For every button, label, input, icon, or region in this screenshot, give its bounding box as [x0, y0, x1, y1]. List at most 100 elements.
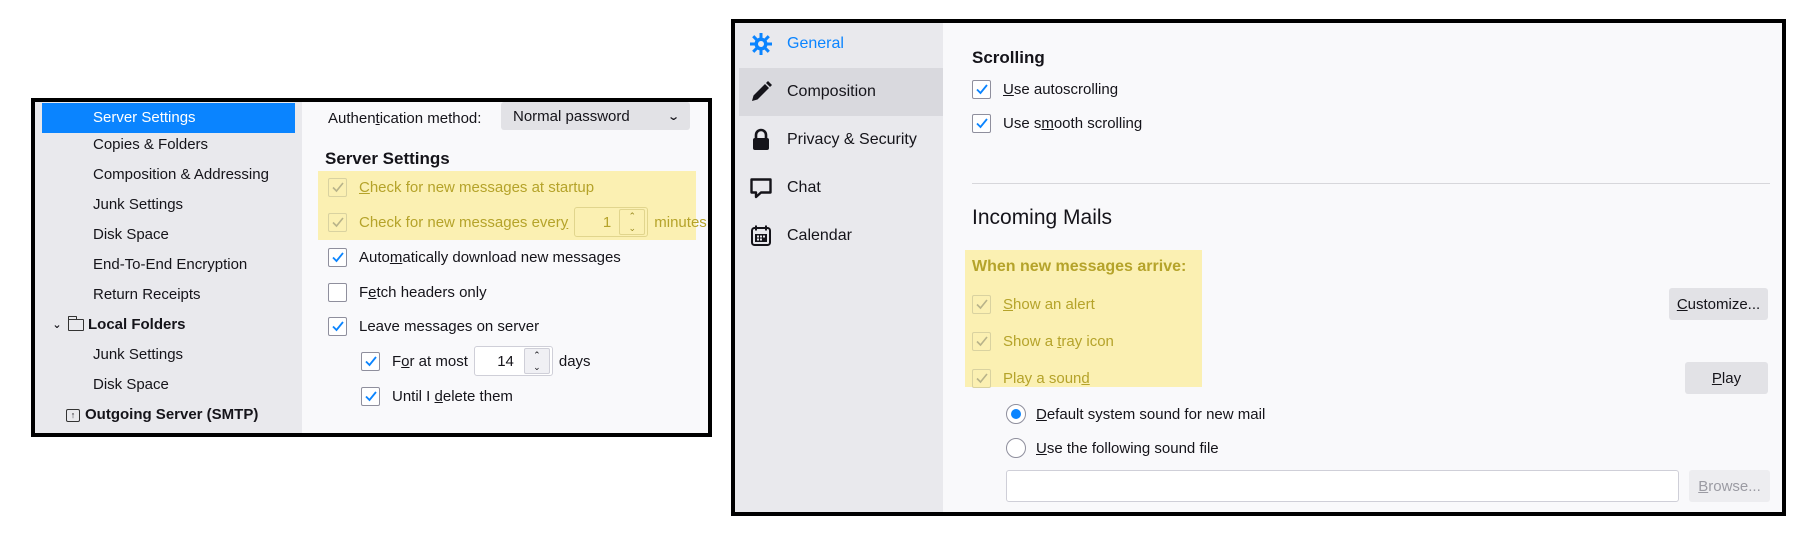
minutes-label: minutes: [654, 213, 707, 231]
auto-download-checkbox[interactable]: [328, 247, 347, 267]
leave-on-server-label: Leave messages on server: [359, 317, 540, 335]
autoscroll-label: Use autoscrolling: [1003, 80, 1119, 98]
tree-item-e2e-encryption[interactable]: End-To-End Encryption: [42, 250, 295, 280]
nav-privacy-label: Privacy & Security: [787, 131, 917, 148]
local-folders-label: Local Folders: [88, 316, 186, 333]
show-alert-checkbox[interactable]: [972, 294, 991, 314]
auth-method-dropdown[interactable]: Normal password ⌄: [501, 102, 690, 130]
smooth-scroll-option[interactable]: Use smooth scrolling: [972, 108, 1142, 138]
section-title-server-settings: Server Settings: [325, 149, 450, 168]
tree-item-disk-space[interactable]: Disk Space: [42, 220, 295, 250]
autoscroll-option[interactable]: Use autoscrolling: [972, 74, 1118, 104]
default-sound-radio[interactable]: [1006, 404, 1026, 424]
tree-item-local-folders[interactable]: ⌄ Local Folders: [42, 310, 295, 340]
show-alert-label: Show an alert: [1003, 295, 1095, 313]
incoming-mails-title: Incoming Mails: [972, 206, 1113, 229]
nav-general[interactable]: General: [735, 23, 943, 68]
tree-item-copies-folders[interactable]: Copies & Folders: [42, 130, 295, 160]
account-tree-sidebar: Server Settings Copies & Folders Composi…: [35, 102, 302, 433]
tree-item-server-settings[interactable]: Server Settings: [42, 103, 295, 133]
tree-item-outgoing-server[interactable]: ↑ Outgoing Server (SMTP): [42, 400, 295, 430]
when-arrive-label: When new messages arrive:: [972, 258, 1187, 275]
chevron-down-icon[interactable]: ⌄: [50, 310, 64, 340]
sound-file-option[interactable]: Use the following sound file: [1006, 433, 1219, 463]
nav-calendar-label: Calendar: [787, 227, 852, 244]
tray-icon-option[interactable]: Show a tray icon: [972, 326, 1114, 356]
nav-calendar[interactable]: Calendar: [735, 212, 943, 260]
check-interval-spinner[interactable]: 1 ⌃ ⌄: [574, 207, 649, 237]
autoscroll-checkbox[interactable]: [972, 79, 991, 99]
spinner-down-icon[interactable]: ⌄: [525, 361, 549, 373]
nav-general-label: General: [787, 35, 844, 52]
default-sound-option[interactable]: Default system sound for new mail: [1006, 399, 1265, 429]
customize-button[interactable]: Customize...: [1669, 288, 1768, 320]
spinner-buttons[interactable]: ⌃ ⌄: [523, 348, 550, 374]
nav-composition-label: Composition: [787, 83, 876, 100]
tree-item-local-junk-settings[interactable]: Junk Settings: [42, 340, 295, 370]
spinner-up-icon[interactable]: ⌃: [620, 210, 644, 222]
spinner-down-icon[interactable]: ⌄: [620, 222, 644, 234]
check-every-checkbox[interactable]: [328, 212, 347, 232]
pencil-icon: [749, 80, 773, 104]
preferences-nav: General Composition Privacy & Security C…: [735, 23, 943, 512]
account-settings-panel: Server Settings Copies & Folders Composi…: [31, 98, 712, 437]
check-startup-checkbox[interactable]: [328, 177, 347, 197]
auto-download-option[interactable]: Automatically download new messages: [328, 242, 621, 272]
nav-privacy-security[interactable]: Privacy & Security: [735, 116, 943, 164]
sound-file-path-input[interactable]: [1006, 470, 1679, 502]
tree-item-junk-settings[interactable]: Junk Settings: [42, 190, 295, 220]
check-startup-option[interactable]: Check for new messages at startup: [328, 172, 594, 202]
until-delete-option[interactable]: Until I delete them: [361, 381, 513, 411]
sound-file-radio[interactable]: [1006, 438, 1026, 458]
play-sound-label: Play a sound: [1003, 369, 1090, 387]
spinner-buttons[interactable]: ⌃ ⌄: [619, 209, 646, 235]
tray-icon-label: Show a tray icon: [1003, 332, 1114, 350]
for-at-most-option[interactable]: For at most 14 ⌃ ⌄ days: [361, 346, 591, 376]
fetch-headers-option[interactable]: Fetch headers only: [328, 277, 487, 307]
nav-chat[interactable]: Chat: [735, 164, 943, 212]
fetch-headers-label: Fetch headers only: [359, 283, 487, 301]
for-at-most-label: For at most: [392, 352, 468, 370]
outgoing-server-label: Outgoing Server (SMTP): [85, 406, 259, 423]
play-button[interactable]: Play: [1685, 362, 1768, 394]
check-interval-value[interactable]: 1: [575, 214, 619, 231]
check-every-label: Check for new messages every: [359, 213, 569, 231]
days-label: days: [558, 352, 591, 370]
for-at-most-checkbox[interactable]: [361, 351, 380, 371]
default-sound-label: Default system sound for new mail: [1036, 405, 1266, 423]
until-delete-label: Until I delete them: [392, 387, 513, 405]
check-every-option[interactable]: Check for new messages every 1 ⌃ ⌄ minut…: [328, 207, 707, 237]
scrolling-title: Scrolling: [972, 48, 1045, 67]
check-startup-label: Check for new messages at startup: [359, 178, 595, 196]
auth-method-label: Authentication method:: [328, 109, 482, 127]
leave-on-server-checkbox[interactable]: [328, 316, 347, 336]
outgoing-server-icon: ↑: [66, 408, 80, 422]
tree-item-return-receipts[interactable]: Return Receipts: [42, 280, 295, 310]
preferences-content: Scrolling Use autoscrolling Use smooth s…: [943, 23, 1782, 512]
chevron-down-icon: ⌄: [666, 110, 680, 123]
auto-download-label: Automatically download new messages: [359, 248, 621, 266]
show-alert-option[interactable]: Show an alert: [972, 289, 1095, 319]
nav-composition[interactable]: Composition: [739, 68, 943, 116]
chat-bubble-icon: [749, 176, 773, 200]
play-sound-option[interactable]: Play a sound: [972, 363, 1090, 393]
folder-icon: [67, 316, 84, 331]
leave-on-server-option[interactable]: Leave messages on server: [328, 311, 539, 341]
days-value[interactable]: 14: [475, 353, 524, 370]
fetch-headers-checkbox[interactable]: [328, 282, 347, 302]
section-divider: [972, 183, 1770, 184]
tree-item-local-disk-space[interactable]: Disk Space: [42, 370, 295, 400]
preferences-panel: General Composition Privacy & Security C…: [731, 19, 1786, 516]
tree-item-composition-addressing[interactable]: Composition & Addressing: [42, 160, 295, 190]
browse-button[interactable]: Browse...: [1689, 470, 1770, 502]
sound-file-label: Use the following sound file: [1036, 439, 1219, 457]
until-delete-checkbox[interactable]: [361, 386, 380, 406]
play-sound-checkbox[interactable]: [972, 368, 991, 388]
calendar-icon: [749, 224, 773, 248]
spinner-up-icon[interactable]: ⌃: [525, 349, 549, 361]
days-spinner[interactable]: 14 ⌃ ⌄: [473, 346, 553, 376]
nav-chat-label: Chat: [787, 179, 821, 196]
server-settings-content: Authentication method: Normal password ⌄…: [302, 102, 708, 433]
tray-icon-checkbox[interactable]: [972, 331, 991, 351]
smooth-scroll-checkbox[interactable]: [972, 113, 991, 133]
